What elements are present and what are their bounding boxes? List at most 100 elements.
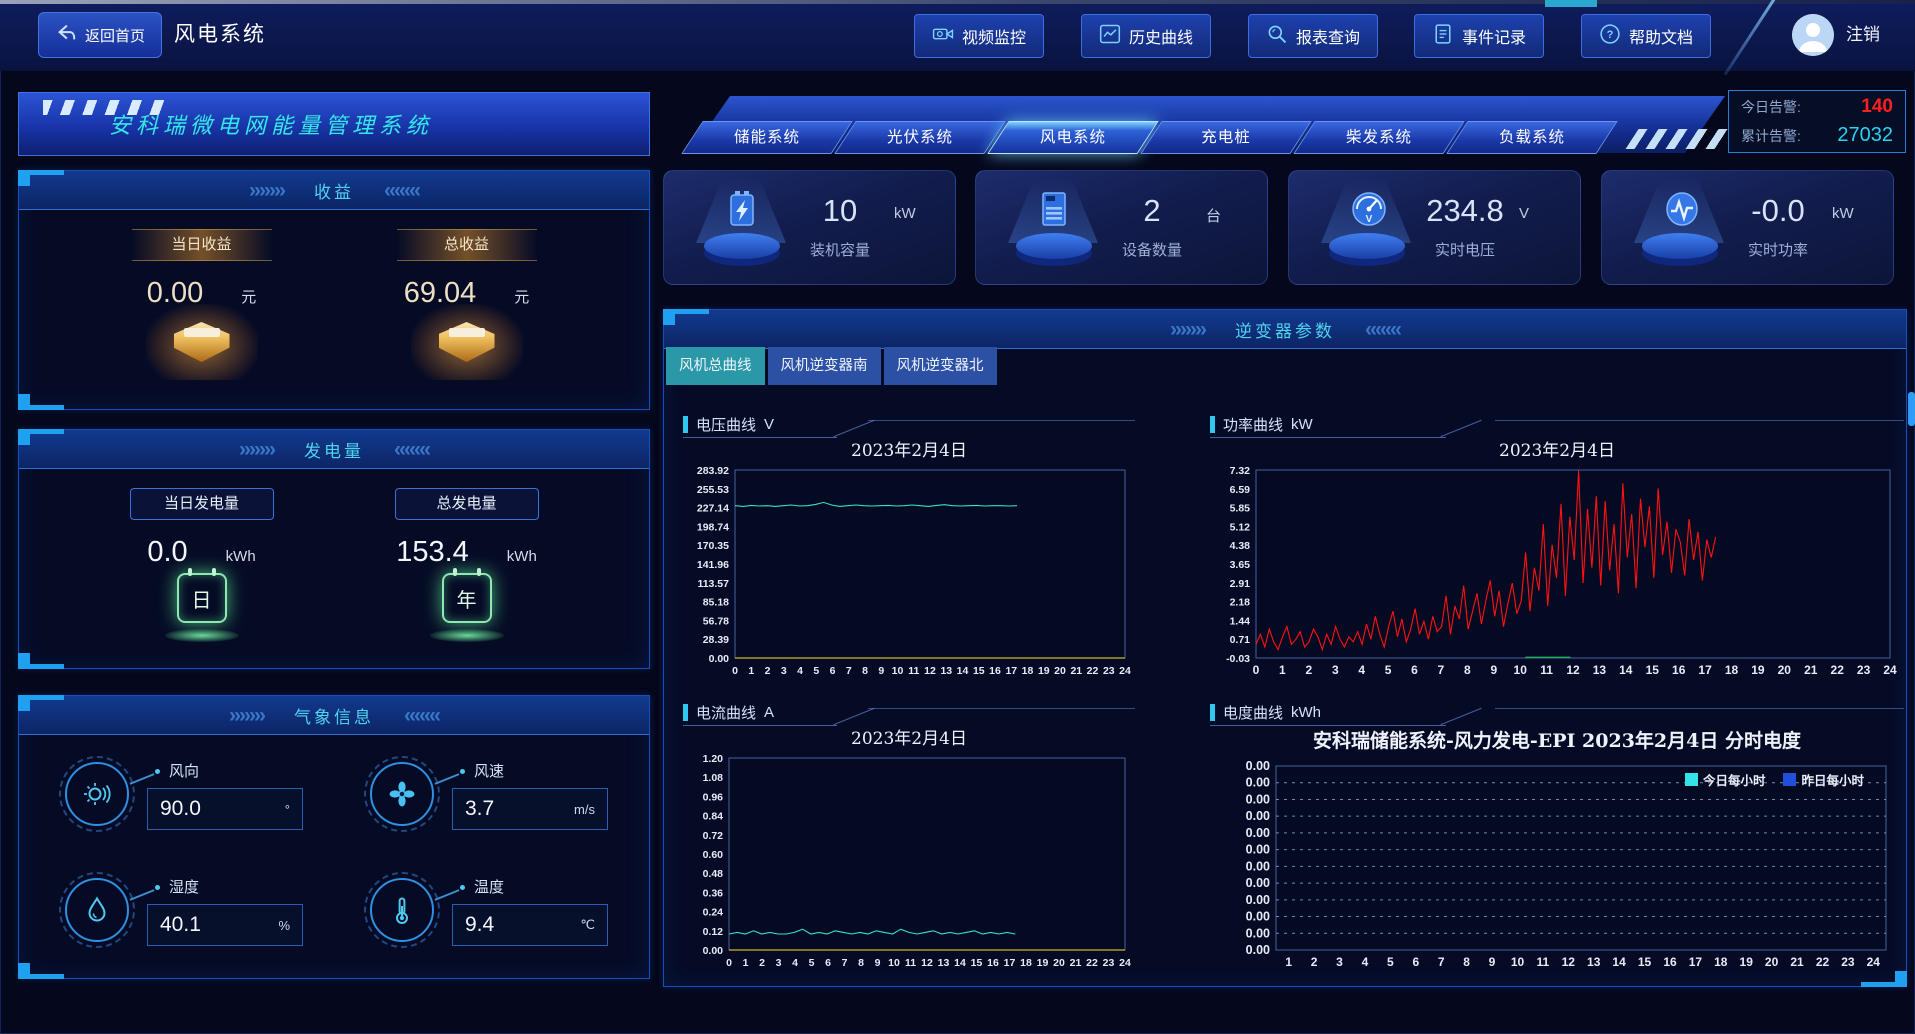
svg-text:14: 14 xyxy=(954,957,966,969)
report-query-button[interactable]: 报表查询 xyxy=(1248,14,1378,58)
svg-text:0.00: 0.00 xyxy=(703,945,724,957)
svg-text:8: 8 xyxy=(1463,955,1470,969)
income-today-badge: 当日收益 xyxy=(132,229,272,261)
wind-direction-label: 风向 xyxy=(169,760,199,781)
stat-value: 234.8 xyxy=(1417,193,1513,229)
svg-text:24: 24 xyxy=(1883,663,1897,677)
temperature-value: 9.4 xyxy=(465,913,580,937)
diagonal-divider xyxy=(1724,0,1776,76)
avatar[interactable] xyxy=(1792,14,1834,56)
history-curve-button[interactable]: 历史曲线 xyxy=(1081,14,1211,58)
svg-text:6: 6 xyxy=(1412,955,1419,969)
power-waveform-icon xyxy=(1660,187,1704,240)
svg-text:1: 1 xyxy=(748,665,754,677)
tab-pv-system[interactable]: 光伏系统 xyxy=(834,121,1005,154)
svg-text:19: 19 xyxy=(1038,665,1050,677)
income-today: 当日收益 0.00元 xyxy=(82,209,322,409)
chart-legend: 今日每小时昨日每小时 xyxy=(1685,770,1864,789)
subtab-inverter-north[interactable]: 风机逆变器北 xyxy=(884,347,997,385)
humidity-unit: % xyxy=(278,918,290,933)
alarm-today-value: 140 xyxy=(1861,96,1893,118)
question-circle-icon: ? xyxy=(1599,23,1621,50)
svg-text:28.39: 28.39 xyxy=(703,634,729,646)
svg-text:16: 16 xyxy=(1663,955,1677,969)
svg-text:24: 24 xyxy=(1119,665,1131,677)
stat-unit: kW xyxy=(1832,205,1854,222)
svg-text:5: 5 xyxy=(813,665,819,677)
svg-text:14: 14 xyxy=(1619,663,1633,677)
svg-text:12: 12 xyxy=(1566,663,1580,677)
accent-bar-icon xyxy=(683,416,688,433)
event-log-button[interactable]: 事件记录 xyxy=(1414,14,1544,58)
chevrons-left-icon xyxy=(404,705,439,726)
back-home-button[interactable]: 返回首页 xyxy=(38,12,162,58)
connector-line xyxy=(130,889,155,901)
svg-text:1: 1 xyxy=(743,957,749,969)
tab-diesel-system[interactable]: 柴发系统 xyxy=(1293,121,1464,154)
svg-text:0: 0 xyxy=(1253,663,1260,677)
tab-charging-pile[interactable]: 充电桩 xyxy=(1140,121,1311,154)
svg-text:9: 9 xyxy=(875,957,881,969)
scrollbar-nub[interactable] xyxy=(1908,392,1915,426)
svg-text:23: 23 xyxy=(1841,955,1855,969)
svg-text:2: 2 xyxy=(765,665,771,677)
svg-text:6: 6 xyxy=(830,665,836,677)
svg-text:17: 17 xyxy=(1005,665,1017,677)
stat-label: 实时功率 xyxy=(1720,239,1836,260)
svg-text:0: 0 xyxy=(732,665,738,677)
help-doc-button[interactable]: ? 帮助文档 xyxy=(1581,14,1711,58)
corner-decoration xyxy=(18,429,30,445)
tab-load-system[interactable]: 负载系统 xyxy=(1446,121,1617,154)
svg-text:0.00: 0.00 xyxy=(1246,776,1270,790)
inverter-subtabs: 风机总曲线 风机逆变器南 风机逆变器北 xyxy=(666,347,997,385)
svg-text:7: 7 xyxy=(846,665,852,677)
subtab-inverter-south[interactable]: 风机逆变器南 xyxy=(768,347,881,385)
svg-text:0.00: 0.00 xyxy=(1246,759,1270,773)
video-monitor-button[interactable]: 视频监控 xyxy=(914,14,1044,58)
svg-text:198.74: 198.74 xyxy=(697,521,729,533)
tab-storage-system[interactable]: 储能系统 xyxy=(681,121,852,154)
svg-text:170.35: 170.35 xyxy=(697,540,729,552)
svg-text:0.00: 0.00 xyxy=(1246,859,1270,873)
svg-text:5: 5 xyxy=(809,957,815,969)
income-total-badge: 总收益 xyxy=(397,229,537,261)
stat-value: 10 xyxy=(792,193,888,229)
svg-text:3: 3 xyxy=(781,665,787,677)
corner-decoration xyxy=(18,653,30,669)
svg-text:16: 16 xyxy=(987,957,999,969)
svg-text:0.00: 0.00 xyxy=(709,653,730,665)
history-curve-label: 历史曲线 xyxy=(1129,24,1193,48)
svg-text:1.44: 1.44 xyxy=(1230,615,1251,627)
voltage-chart-head: 电压曲线 V xyxy=(683,410,1135,438)
alarm-today-label: 今日告警: xyxy=(1741,97,1801,117)
svg-text:0.00: 0.00 xyxy=(1246,876,1270,890)
svg-text:15: 15 xyxy=(1638,955,1652,969)
humidity-value: 40.1 xyxy=(160,913,278,937)
history-chart-icon xyxy=(1099,23,1121,50)
svg-text:6.59: 6.59 xyxy=(1230,484,1251,496)
svg-text:0.00: 0.00 xyxy=(1246,910,1270,924)
logout-button[interactable]: 注销 xyxy=(1846,0,1880,70)
alarm-total-label: 累计告警: xyxy=(1741,126,1801,146)
chart-date-title: 2023年2月4日 xyxy=(683,726,1135,752)
connector-dot xyxy=(460,769,465,774)
accent-bar-icon xyxy=(1210,704,1215,721)
svg-text:24: 24 xyxy=(1119,957,1131,969)
connector-line xyxy=(130,773,155,785)
svg-text:15: 15 xyxy=(973,665,985,677)
document-icon xyxy=(1432,23,1454,50)
svg-text:20: 20 xyxy=(1054,665,1066,677)
generation-total-badge: 总发电量 xyxy=(395,488,539,520)
connector-dot xyxy=(155,885,160,890)
humidity-item: 湿度 40.1 % xyxy=(29,856,334,972)
svg-text:10: 10 xyxy=(892,665,904,677)
stat-label: 实时电压 xyxy=(1407,239,1523,260)
generation-panel-header: 发电量 xyxy=(19,430,649,469)
chart-label: 电流曲线 xyxy=(696,702,756,723)
wind-direction-value-box: 90.0 ° xyxy=(147,788,303,830)
subtab-total-curve[interactable]: 风机总曲线 xyxy=(666,347,765,385)
alarm-summary: 今日告警: 140 累计告警: 27032 xyxy=(1728,90,1906,153)
svg-text:7: 7 xyxy=(1438,663,1445,677)
tab-wind-system[interactable]: 风电系统 xyxy=(987,121,1158,154)
svg-text:18: 18 xyxy=(1022,665,1034,677)
